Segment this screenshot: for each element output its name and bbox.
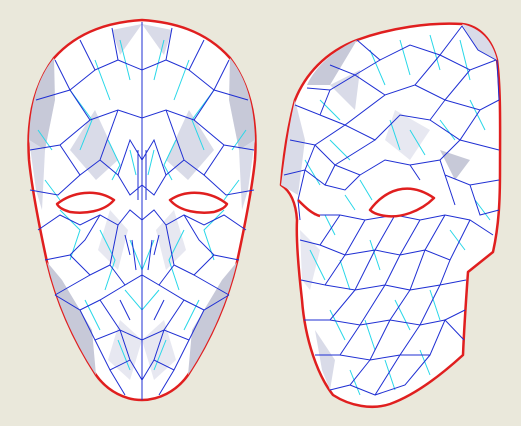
mask-model-scene[interactable] <box>0 0 521 426</box>
3d-model-viewport[interactable] <box>0 0 521 426</box>
